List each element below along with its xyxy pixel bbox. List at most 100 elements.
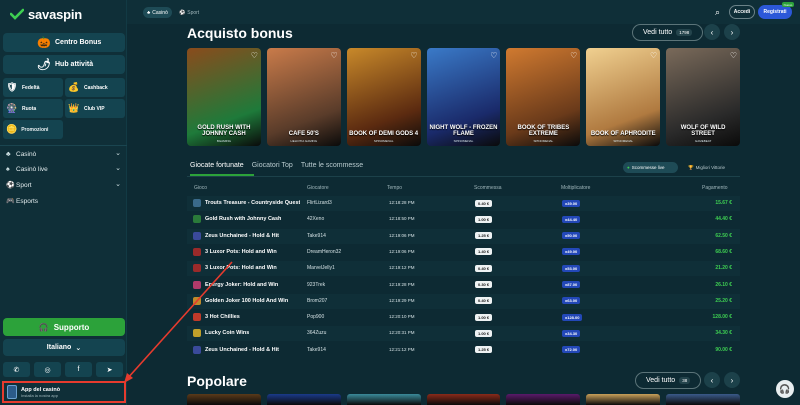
filter-live-bets[interactable]: ● Scommesse live <box>623 162 678 173</box>
live-chat-button[interactable]: 🎧 <box>776 380 794 398</box>
sport-icon: ⚽ <box>6 182 15 189</box>
row-multiplier: x53.00 <box>562 264 581 272</box>
game-card[interactable]: ♡ GOLD RUSH WITH JOHNNY CASH BGAMING <box>187 48 261 146</box>
game-card[interactable]: ♡ BOOK OF TRIBES EXTREME SPINOMENAL <box>506 48 581 146</box>
row-game[interactable]: 3 Luxor Pots: Hold and Win <box>205 249 277 255</box>
telegram-icon[interactable]: ➤ <box>96 362 123 377</box>
heart-icon[interactable]: ♡ <box>410 51 417 60</box>
nav-casino-live[interactable]: ♠ Casinò live ⌄ <box>3 162 125 176</box>
game-card[interactable]: ♡ CAFE 50'S HELIOTIA GAMING <box>266 48 341 146</box>
row-game[interactable]: Gold Rush with Johnny Cash <box>205 216 281 222</box>
language-label: Italiano <box>46 344 72 351</box>
table-row[interactable]: 3 Luxor Pots: Hold and Win DreamHeron32 … <box>187 245 740 260</box>
nav-casino[interactable]: ♣ Casinò ⌄ <box>3 147 125 161</box>
game-title: NIGHT WOLF - FROZEN FLAME <box>429 125 498 137</box>
sidebar-item-cashback[interactable]: 💰 Cashback <box>65 78 125 97</box>
table-row[interactable]: Golden Joker 100 Hold And Win Brom207 12… <box>187 293 740 309</box>
game-card[interactable]: ♡ BOOK OF APHRODITE SPINOMENAL <box>586 48 661 146</box>
tab-casino[interactable]: ♣ Casinò <box>143 7 172 18</box>
game-card[interactable]: ♡ BOOK OF DEMI GODS 4 SPINOMENAL <box>346 48 421 146</box>
row-bet: 1.00 € <box>475 329 493 337</box>
table-row[interactable]: 3 Hot Chillies Pop900 12:20:10 PM 1.00 €… <box>187 310 740 325</box>
brand-logo[interactable]: savaspin <box>10 7 82 22</box>
sidebar-item-club-vip[interactable]: 👑 Club VIP <box>65 99 125 118</box>
heart-icon[interactable]: ♡ <box>490 51 497 60</box>
tab-giocate-fortunate[interactable]: Giocate fortunate <box>190 162 244 169</box>
row-multiplier: x39.00 <box>562 199 581 207</box>
instagram-icon[interactable]: ◎ <box>34 362 61 377</box>
see-all-count: 1798 <box>676 29 693 36</box>
casino-app-download[interactable]: App del casinò Installa la nostra app <box>2 381 126 403</box>
search-icon[interactable]: ⌕ <box>715 7 720 18</box>
hub-attivita-button[interactable]: 🌶 Hub attività <box>3 55 125 74</box>
popular-game-card[interactable] <box>506 394 581 405</box>
language-select[interactable]: Italiano ⌄ <box>3 339 125 356</box>
sidebar-item-ruota[interactable]: 🎡 Ruota <box>3 99 63 118</box>
popular-game-card[interactable] <box>666 394 741 405</box>
login-button[interactable]: Accedi <box>729 5 755 19</box>
sidebar-item-fedelta[interactable]: 🛡 Fedeltà <box>3 78 63 97</box>
centro-bonus-button[interactable]: 🎃 Centro Bonus <box>3 33 125 52</box>
nav-sport[interactable]: ⚽ Sport ⌄ <box>3 178 125 192</box>
popular-next-button[interactable]: › <box>724 372 740 388</box>
popular-game-card[interactable] <box>586 394 661 405</box>
sidebar-item-promozioni[interactable]: 🪙 Promozioni <box>3 120 63 139</box>
chevron-right-icon: › <box>730 375 734 385</box>
table-row[interactable]: Energy Joker: Hold and Win 923Trek 12:19… <box>187 278 740 293</box>
popular-game-card[interactable] <box>426 394 501 405</box>
sidebar-item-label: Ruota <box>22 105 37 112</box>
game-card[interactable]: ♡ WOLF OF WILD STREET GAMEBEAT <box>666 48 741 146</box>
tab-giocatori-top[interactable]: Giocatori Top <box>252 162 293 169</box>
row-game[interactable]: Lucky Coin Wins <box>205 330 249 336</box>
row-payout: 44.40 € <box>715 216 732 223</box>
table-row[interactable]: Zeus Unchained - Hold & Hit Take914 12:1… <box>187 228 740 244</box>
col-header-payout: Pagamento <box>702 185 728 191</box>
tab-sport[interactable]: ⚽ Sport <box>175 7 203 18</box>
support-button[interactable]: 🎧 Supporto <box>3 318 125 336</box>
table-row[interactable]: Gold Rush with Johnny Cash 42Xeno 12:18:… <box>187 212 740 227</box>
game-card[interactable]: ♡ NIGHT WOLF - FROZEN FLAME SPINOMENAL <box>426 48 501 146</box>
heart-icon[interactable]: ♡ <box>570 51 577 60</box>
leaderboard-tabs: Giocate fortunate Giocatori Top Tutte le… <box>190 162 363 169</box>
table-row[interactable]: Lucky Coin Wins 364Zuzu 12:20:31 PM 1.00… <box>187 326 740 342</box>
register-button[interactable]: Registrati <box>758 5 792 19</box>
tab-tutte-le-scommesse[interactable]: Tutte le scommesse <box>301 162 363 169</box>
row-payout: 68.60 € <box>715 248 732 255</box>
row-game[interactable]: Zeus Unchained - Hold & Hit <box>205 347 279 353</box>
heart-icon[interactable]: ♡ <box>730 51 737 60</box>
row-bet: 1.00 € <box>475 215 493 223</box>
table-row[interactable]: 3 Luxor Pots: Hold and Win MarvelJelly1 … <box>187 261 740 277</box>
heart-icon[interactable]: ♡ <box>331 51 338 60</box>
row-game[interactable]: Trouts Treasure - Countryside Quest <box>205 200 300 206</box>
nav-esports[interactable]: 🎮 Esports <box>3 194 125 208</box>
game-title: CAFE 50'S <box>288 131 319 137</box>
see-all-popular-button[interactable]: Vedi tutto 38 <box>635 372 702 389</box>
popular-game-card[interactable] <box>266 394 341 405</box>
game-thumb-icon <box>193 280 201 289</box>
whatsapp-icon[interactable]: ✆ <box>3 362 30 377</box>
table-row[interactable]: Trouts Treasure - Countryside Quest Flir… <box>187 196 740 211</box>
row-time: 12:20:31 PM <box>389 330 415 336</box>
row-game[interactable]: 3 Luxor Pots: Hold and Win <box>205 265 277 271</box>
carousel-next-button[interactable]: › <box>724 24 740 40</box>
see-all-bonus-button[interactable]: Vedi tutto 1798 <box>632 24 704 41</box>
row-game[interactable]: Golden Joker 100 Hold And Win <box>205 298 288 304</box>
row-game[interactable]: Energy Joker: Hold and Win <box>205 282 278 288</box>
row-bet: 0.40 € <box>475 264 493 272</box>
facebook-icon[interactable]: f <box>65 362 92 377</box>
heart-icon[interactable]: ♡ <box>251 51 258 60</box>
row-game[interactable]: 3 Hot Chillies <box>205 314 240 320</box>
popular-game-card[interactable] <box>187 394 261 405</box>
row-time: 12:21:12 PM <box>389 346 415 352</box>
popular-prev-button[interactable]: ‹ <box>704 372 720 388</box>
carousel-prev-button[interactable]: ‹ <box>704 24 720 40</box>
game-thumb-icon <box>193 215 201 224</box>
row-bet: 0.30 € <box>475 281 493 288</box>
popular-game-card[interactable] <box>346 394 421 405</box>
row-game[interactable]: Zeus Unchained - Hold & Hit <box>205 233 279 239</box>
table-row[interactable]: Zeus Unchained - Hold & Hit Take914 12:2… <box>187 343 740 358</box>
heart-icon[interactable]: ♡ <box>650 51 657 60</box>
row-player: 42Xeno <box>307 216 325 223</box>
game-title: BOOK OF APHRODITE <box>590 131 656 137</box>
filter-top-wins[interactable]: 🏆 Migliori Vittorie <box>684 162 740 173</box>
